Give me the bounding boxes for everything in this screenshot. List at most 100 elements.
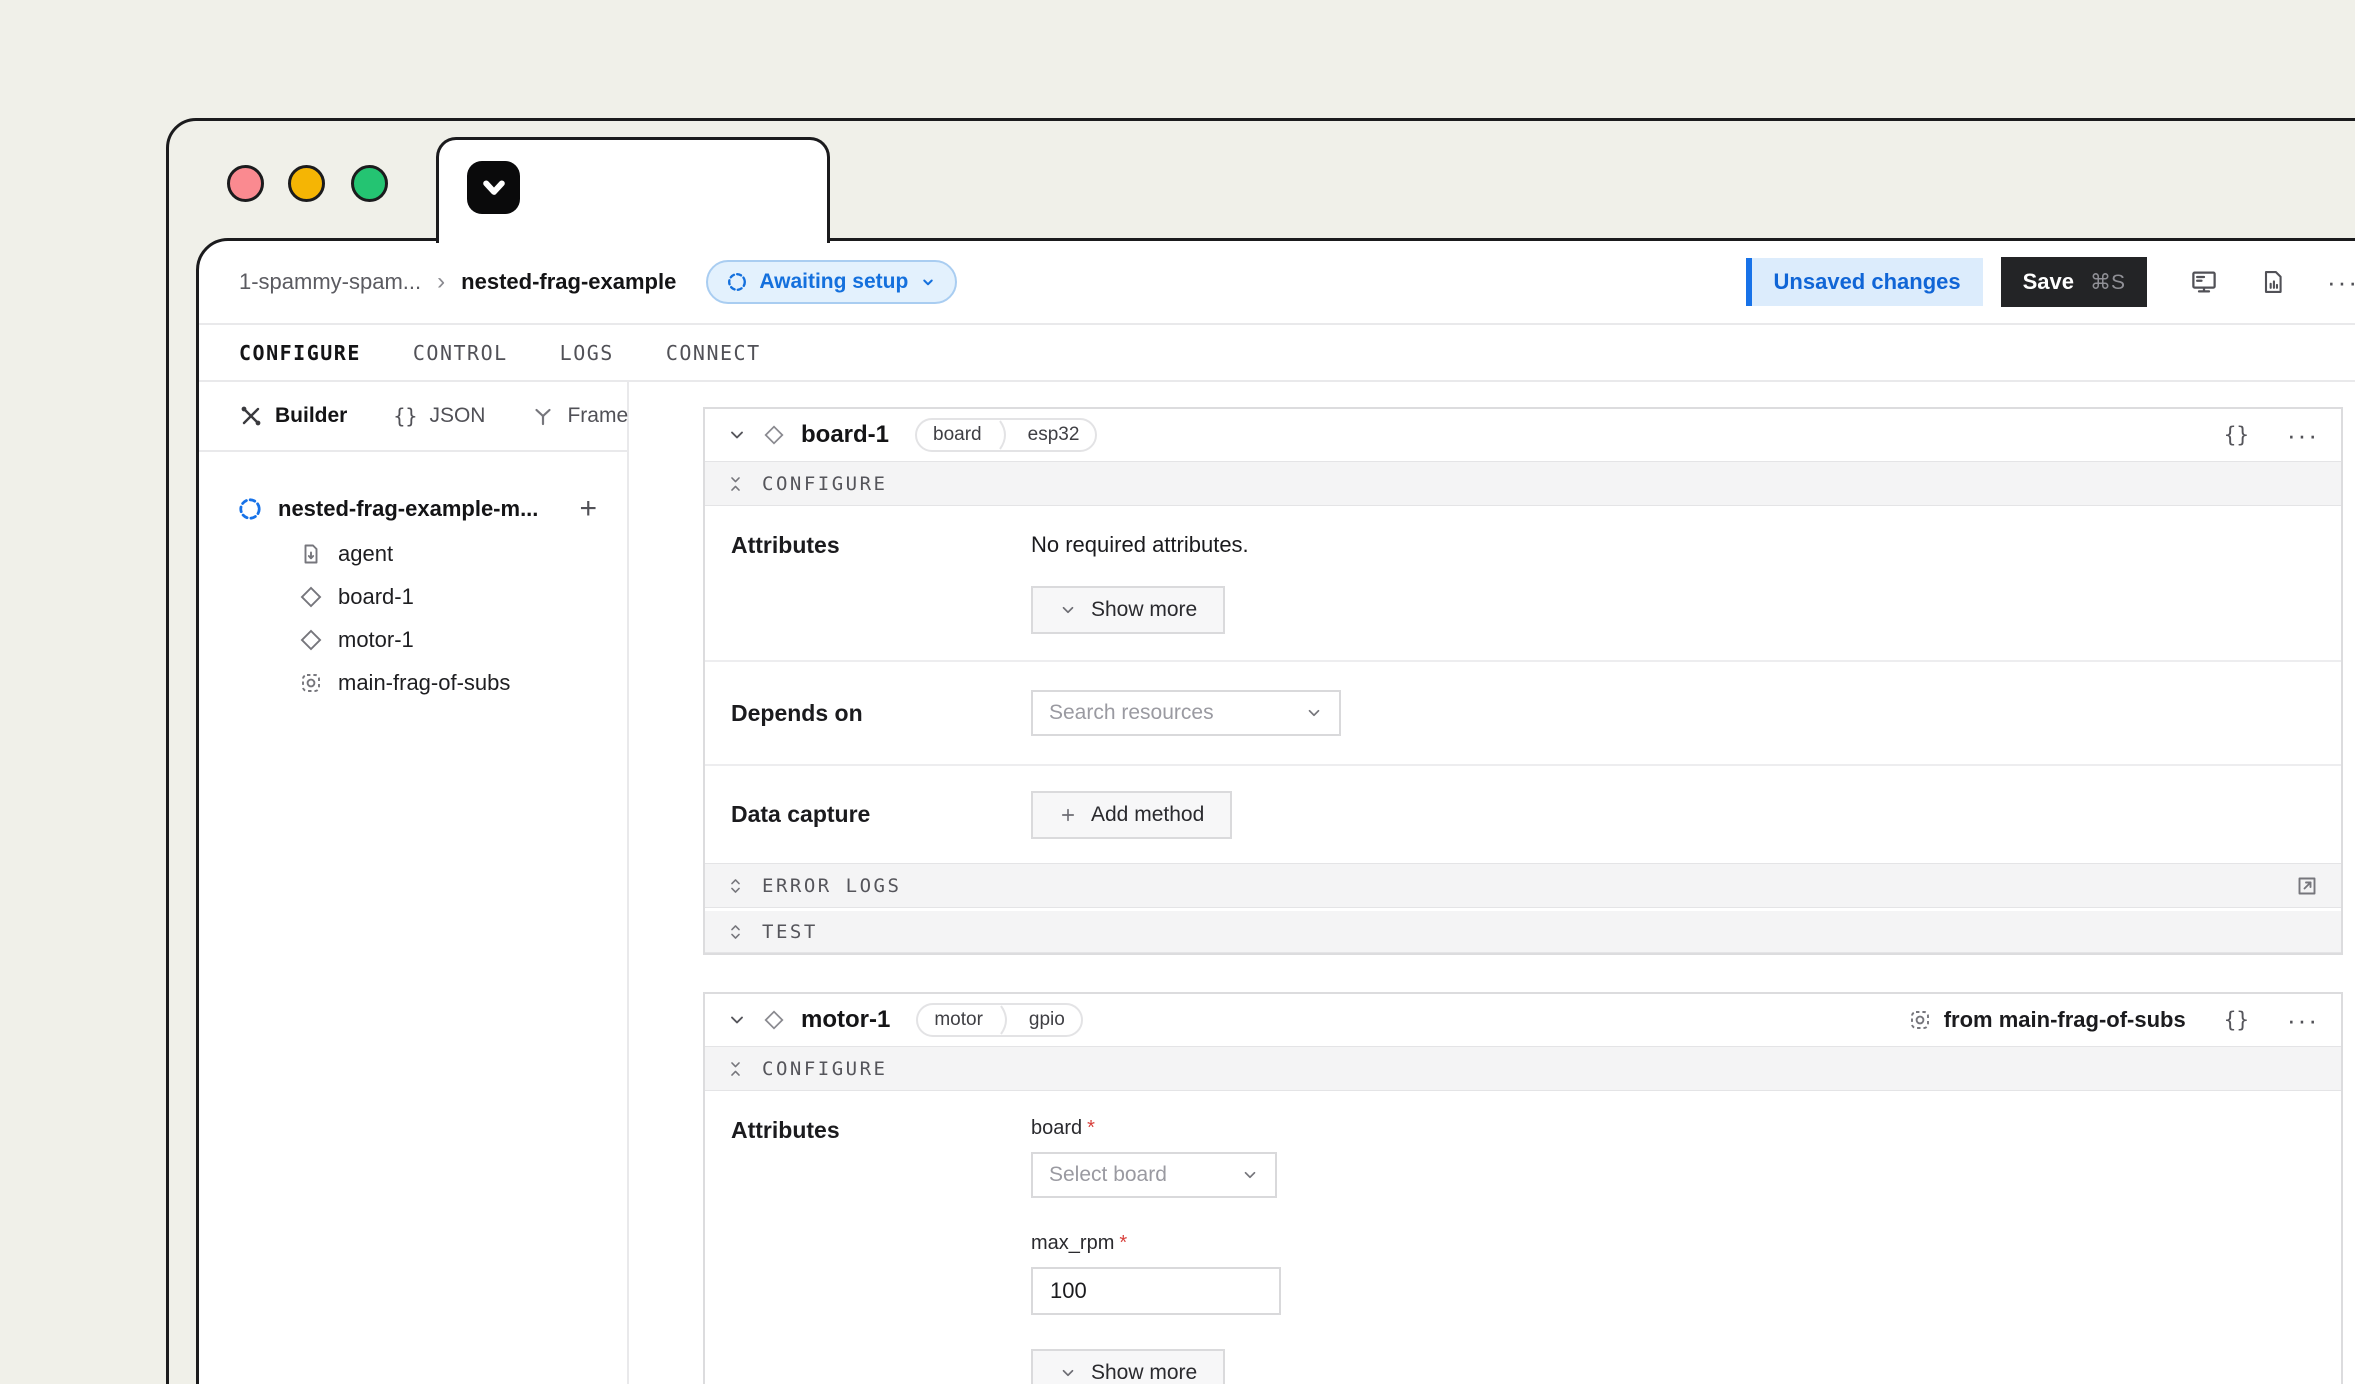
status-badge-label: Awaiting setup (759, 270, 908, 294)
max-rpm-input[interactable] (1031, 1267, 1281, 1315)
browser-tab[interactable] (436, 137, 830, 243)
tree-item-label: motor-1 (338, 627, 414, 653)
max-rpm-field-label: max_rpm (1031, 1232, 1114, 1254)
card-more-menu[interactable]: ··· (2287, 430, 2319, 440)
depends-on-label: Depends on (731, 700, 1031, 727)
tag-type: motor (918, 1009, 999, 1031)
open-external-icon[interactable] (2295, 874, 2319, 898)
spinner-icon (726, 271, 748, 293)
diamond-icon (763, 424, 785, 446)
save-button-label: Save (2023, 269, 2074, 295)
tab-connect[interactable]: CONNECT (666, 341, 761, 365)
max-rpm-field: max_rpm* (1031, 1232, 2315, 1315)
breadcrumb-parent[interactable]: 1-spammy-spam... (239, 269, 421, 295)
view-tab-json-label: JSON (429, 404, 485, 428)
machine-report-icon[interactable] (2259, 268, 2287, 296)
save-button[interactable]: Save ⌘S (2001, 257, 2147, 307)
machine-header: 1-spammy-spam... › nested-frag-example A… (199, 241, 2355, 325)
show-more-button[interactable]: Show more (1031, 1349, 1225, 1384)
board-field: board* Select board (1031, 1117, 2315, 1198)
expand-vertical-icon (727, 921, 744, 943)
tag-type: board (917, 424, 998, 446)
configure-section-label: CONFIGURE (762, 1058, 887, 1080)
tree-item-label: board-1 (338, 584, 414, 610)
board-field-label: board (1031, 1117, 1082, 1139)
board-select[interactable]: Select board (1031, 1152, 1277, 1198)
resource-tree: nested-frag-example-m... + agent board (199, 452, 627, 704)
diamond-icon (299, 585, 323, 609)
show-more-button[interactable]: Show more (1031, 586, 1225, 634)
machine-status-badge[interactable]: Awaiting setup (706, 260, 957, 304)
tab-control[interactable]: CONTROL (413, 341, 508, 365)
tree-item-agent[interactable]: agent (299, 532, 597, 575)
tab-logs[interactable]: LOGS (560, 341, 614, 365)
configure-section-bar[interactable]: CONFIGURE (705, 461, 2341, 506)
card-more-menu[interactable]: ··· (2287, 1015, 2319, 1025)
collapse-chevron-icon[interactable] (727, 425, 747, 445)
view-tab-builder[interactable]: Builder (239, 404, 347, 428)
chevron-down-icon (1241, 1166, 1259, 1184)
collapse-vertical-icon (727, 473, 744, 495)
diamond-icon (299, 628, 323, 652)
fragment-source: from main-frag-of-subs (1908, 1007, 2186, 1033)
screenshot-stage: 1-spammy-spam... › nested-frag-example A… (0, 0, 2355, 1384)
expand-vertical-icon (727, 875, 744, 897)
collapse-chevron-icon[interactable] (727, 1010, 747, 1030)
tree-root-machine[interactable]: nested-frag-example-m... + (237, 486, 597, 532)
spinner-icon (237, 496, 263, 522)
add-resource-button[interactable]: + (579, 494, 597, 524)
tree-item-label: agent (338, 541, 393, 567)
tag-model: esp32 (1012, 424, 1096, 446)
unsaved-changes-indicator: Unsaved changes (1746, 258, 1983, 306)
view-tab-frame-label: Frame (567, 404, 628, 428)
test-section-bar[interactable]: TEST (705, 908, 2341, 953)
chevron-down-icon (1059, 1364, 1077, 1382)
error-logs-section-bar[interactable]: ERROR LOGS (705, 863, 2341, 908)
window-close-button[interactable] (227, 165, 264, 202)
tools-icon (239, 404, 263, 428)
view-tab-frame[interactable]: Frame (531, 404, 628, 428)
tag-model: gpio (1013, 1009, 1081, 1031)
depends-on-select[interactable]: Search resources (1031, 690, 1341, 736)
window-minimize-button[interactable] (288, 165, 325, 202)
configure-section-label: CONFIGURE (762, 473, 887, 495)
resource-name: motor-1 (801, 1006, 890, 1034)
viam-logo-icon (467, 161, 520, 214)
configure-section-bar[interactable]: CONFIGURE (705, 1046, 2341, 1091)
tab-configure[interactable]: CONFIGURE (239, 341, 361, 365)
tag-divider (998, 420, 1012, 450)
json-braces-icon[interactable]: {} (2224, 1008, 2249, 1032)
depends-on-placeholder: Search resources (1049, 701, 1214, 725)
tree-item-board-1[interactable]: board-1 (299, 575, 597, 618)
json-braces-icon[interactable]: {} (2224, 423, 2249, 447)
resource-card-motor-1: motor-1 motor gpio from main-frag- (703, 992, 2343, 1384)
file-icon (299, 542, 323, 566)
frame-axis-icon (531, 404, 555, 428)
view-tab-json[interactable]: {} JSON (393, 404, 485, 428)
window-zoom-button[interactable] (351, 165, 388, 202)
machine-monitor-icon[interactable] (2189, 267, 2219, 297)
configure-main: board-1 board esp32 {} ··· (629, 382, 2355, 1384)
tree-item-motor-1[interactable]: motor-1 (299, 618, 597, 661)
tree-item-label: main-frag-of-subs (338, 670, 510, 696)
depends-on-row: Depends on Search resources (705, 660, 2341, 764)
resource-type-tag: board esp32 (915, 418, 1097, 452)
error-logs-section-label: ERROR LOGS (762, 875, 901, 897)
header-more-menu[interactable]: ··· (2327, 277, 2355, 287)
configure-sidebar: Builder {} JSON Frame nested-frag-exampl… (199, 382, 629, 1384)
data-capture-label: Data capture (731, 801, 1031, 828)
breadcrumb-current: nested-frag-example (461, 269, 676, 295)
attributes-label: Attributes (731, 1117, 1031, 1384)
breadcrumb-separator-icon: › (437, 268, 445, 296)
chevron-down-icon (919, 273, 937, 291)
chevron-down-icon (1305, 704, 1323, 722)
plus-icon (1059, 806, 1077, 824)
tree-item-main-frag-of-subs[interactable]: main-frag-of-subs (299, 661, 597, 704)
add-method-button[interactable]: Add method (1031, 791, 1232, 839)
fragment-icon (299, 671, 323, 695)
no-required-attributes-text: No required attributes. (1031, 532, 2315, 558)
show-more-label: Show more (1091, 598, 1197, 622)
view-tab-builder-label: Builder (275, 404, 347, 428)
show-more-label: Show more (1091, 1361, 1197, 1384)
resource-card-board-1: board-1 board esp32 {} ··· (703, 407, 2343, 955)
